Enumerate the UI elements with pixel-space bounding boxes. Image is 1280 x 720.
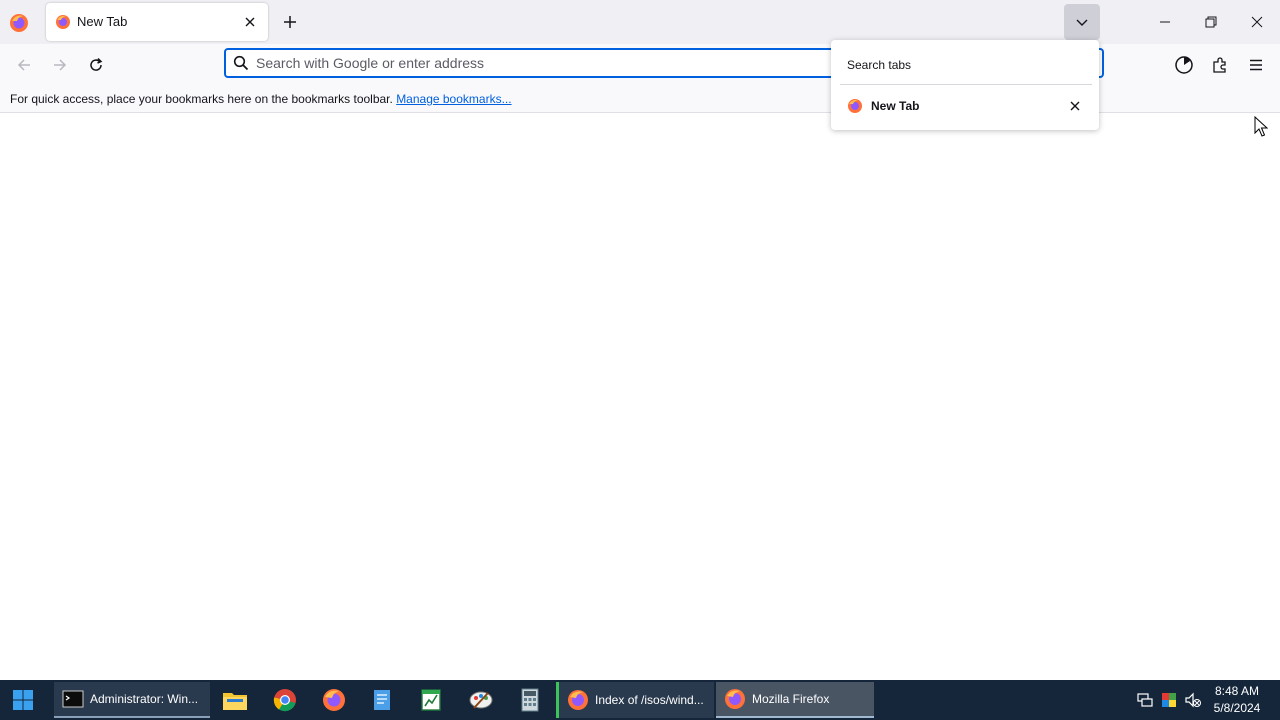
chevron-down-icon xyxy=(1076,19,1088,26)
taskbar-window-label: Administrator: Win... xyxy=(90,692,199,706)
windows-start-icon xyxy=(13,690,33,710)
tab-strip: New Tab xyxy=(0,0,1280,44)
tab-list-label: New Tab xyxy=(871,99,920,113)
tab-title: New Tab xyxy=(77,14,128,29)
start-button[interactable] xyxy=(0,680,46,720)
menu-icon xyxy=(1250,59,1262,71)
firefox-icon xyxy=(847,98,863,114)
firefox-icon xyxy=(725,689,745,709)
list-all-tabs-button[interactable] xyxy=(1064,4,1100,40)
forward-button[interactable] xyxy=(47,52,73,78)
taskbar-window-firefox[interactable]: Mozilla Firefox xyxy=(716,682,874,718)
tab-new-tab[interactable]: New Tab xyxy=(46,3,268,41)
taskbar-paint[interactable] xyxy=(458,682,504,718)
taskbar-spreadsheet[interactable] xyxy=(408,682,454,718)
taskbar: Administrator: Win... Index of /isos/win… xyxy=(0,680,1280,720)
list-item[interactable]: New Tab xyxy=(839,92,1091,120)
taskbar-notepad[interactable] xyxy=(359,682,405,718)
tray-color[interactable] xyxy=(1158,680,1180,720)
reload-icon xyxy=(90,57,103,71)
reload-button[interactable] xyxy=(83,52,109,78)
firefox-view-icon xyxy=(1175,56,1193,74)
back-button[interactable] xyxy=(11,52,37,78)
close-tab-button[interactable] xyxy=(1065,96,1085,116)
color-icon xyxy=(1162,693,1176,707)
close-icon xyxy=(245,17,255,27)
taskbar-firefox[interactable] xyxy=(311,682,357,718)
spreadsheet-icon xyxy=(421,689,441,711)
taskbar-window-terminal[interactable]: Administrator: Win... xyxy=(54,682,210,718)
taskbar-window-label: Index of /isos/wind... xyxy=(595,693,704,707)
chrome-icon xyxy=(273,689,296,712)
taskbar-calculator[interactable] xyxy=(507,682,553,718)
calculator-icon xyxy=(521,688,539,712)
clock-time: 8:48 AM xyxy=(1214,684,1260,698)
close-icon xyxy=(1070,101,1080,111)
plus-icon xyxy=(284,16,296,28)
all-tabs-panel: Search tabs New Tab xyxy=(831,40,1099,130)
close-tab-button[interactable] xyxy=(240,12,260,32)
volume-muted-icon xyxy=(1185,692,1201,708)
firefox-icon xyxy=(568,690,588,710)
restore-button[interactable] xyxy=(1188,0,1234,44)
tray-network[interactable] xyxy=(1134,680,1156,720)
close-window-button[interactable] xyxy=(1234,0,1280,44)
page-content xyxy=(0,113,1280,680)
restore-icon xyxy=(1205,16,1217,28)
back-arrow-icon xyxy=(17,59,30,71)
clock-date: 5/8/2024 xyxy=(1213,701,1261,715)
separator xyxy=(840,84,1092,85)
bookmarks-message: For quick access, place your bookmarks h… xyxy=(10,92,512,106)
firefox-view-button[interactable] xyxy=(1171,52,1197,78)
network-icon xyxy=(1137,693,1153,707)
tray-volume[interactable] xyxy=(1182,680,1204,720)
bookmarks-hint-text: For quick access, place your bookmarks h… xyxy=(10,92,397,106)
taskbar-window-label: Mozilla Firefox xyxy=(752,692,830,706)
extensions-icon xyxy=(1213,57,1226,73)
taskbar-window-index[interactable]: Index of /isos/wind... xyxy=(556,682,714,718)
firefox-icon xyxy=(55,14,71,30)
firefox-icon[interactable] xyxy=(8,12,30,34)
manage-bookmarks-link[interactable]: Manage bookmarks... xyxy=(396,92,511,106)
firefox-icon xyxy=(323,689,345,711)
taskbar-chrome[interactable] xyxy=(262,682,308,718)
terminal-icon xyxy=(62,690,84,708)
forward-arrow-icon xyxy=(54,59,67,71)
extensions-button[interactable] xyxy=(1207,52,1233,78)
taskbar-file-explorer[interactable] xyxy=(212,682,258,718)
search-icon xyxy=(233,55,249,71)
minimize-button[interactable] xyxy=(1142,0,1188,44)
search-tabs-item[interactable]: Search tabs xyxy=(847,58,911,72)
paint-icon xyxy=(469,691,493,709)
close-icon xyxy=(1251,16,1263,28)
address-input[interactable] xyxy=(256,53,816,73)
app-menu-button[interactable] xyxy=(1243,52,1269,78)
file-explorer-icon xyxy=(223,693,247,710)
taskbar-clock[interactable]: 8:48 AM 5/8/2024 xyxy=(1206,683,1268,717)
notepad-icon xyxy=(374,690,390,710)
new-tab-button[interactable] xyxy=(278,10,302,34)
mouse-cursor-icon xyxy=(1254,116,1268,138)
minimize-icon xyxy=(1160,21,1170,23)
